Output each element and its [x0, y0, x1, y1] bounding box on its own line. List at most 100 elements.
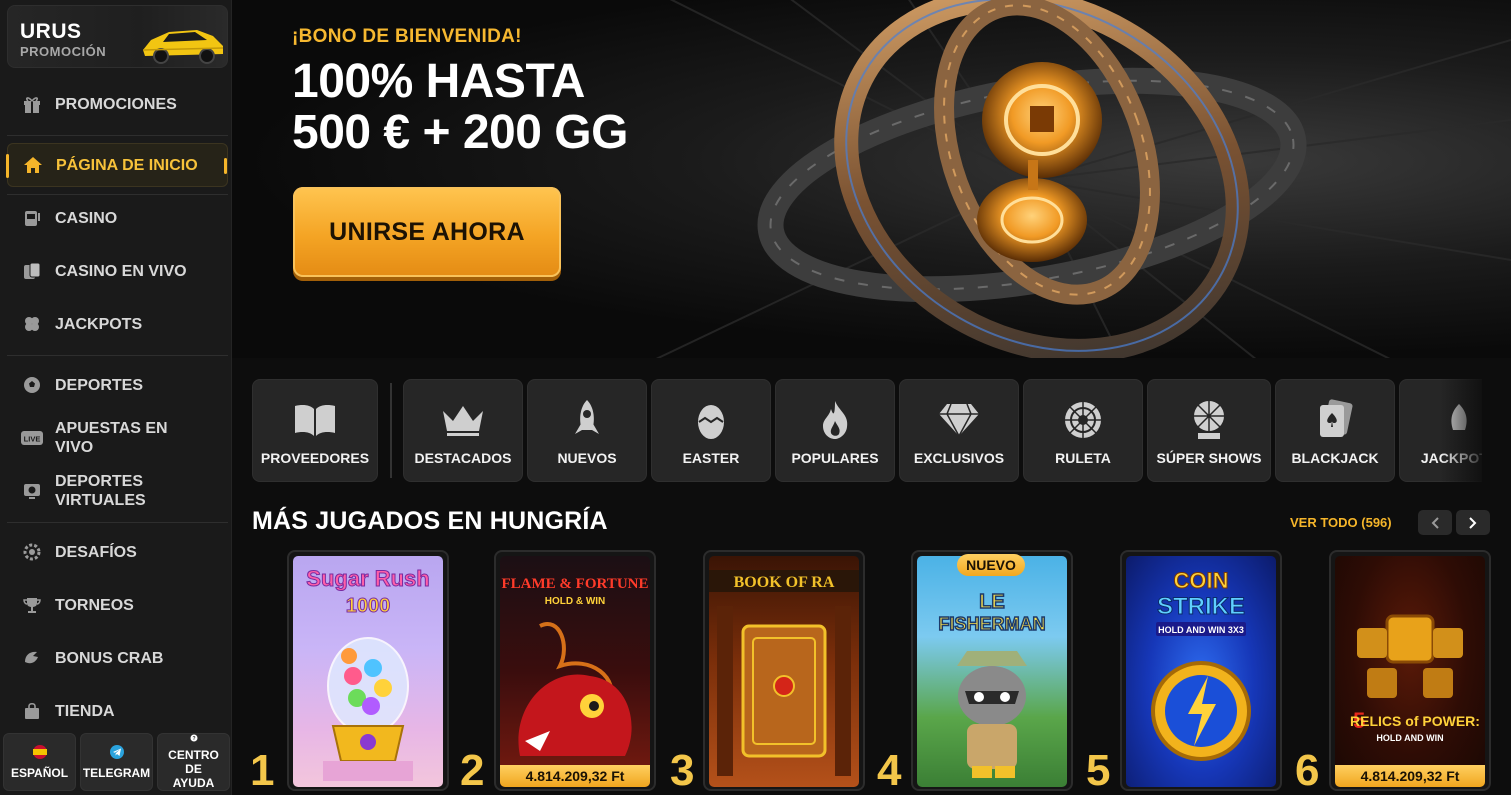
- view-all-link[interactable]: VER TODO (596): [1290, 515, 1392, 530]
- relics-of-power-art: 5 RELICS of POWER: HOLD AND WIN: [1350, 614, 1480, 743]
- hero-tagline: ¡BONO DE BIENVENIDA!: [292, 26, 522, 47]
- live-cards-icon: [21, 260, 43, 282]
- hero-rings-artwork: [757, 0, 1307, 358]
- category-label: BLACKJACK: [1291, 450, 1379, 466]
- sidebar-item-promociones[interactable]: PROMOCIONES: [7, 82, 228, 126]
- join-now-button[interactable]: UNIRSE AHORA: [293, 187, 561, 277]
- sidebar-item-deportes[interactable]: DEPORTES: [7, 363, 228, 407]
- language-button[interactable]: ESPAÑOL: [3, 733, 76, 791]
- game-thumbnail: FLAME & FORTUNE HOLD & WIN: [500, 556, 650, 787]
- category-ruleta[interactable]: RULETA: [1023, 379, 1143, 482]
- game-card-relics-of-power[interactable]: 5 RELICS of POWER: HOLD AND WIN 4.814.20…: [1329, 550, 1491, 791]
- virtual-sports-icon: [21, 480, 43, 502]
- category-strip: PROVEEDORES DESTACADOS NUEVOS EASTER POP…: [252, 379, 1482, 482]
- carousel-prev-button[interactable]: [1418, 510, 1452, 535]
- clover-icon: [21, 313, 43, 335]
- section-title: MÁS JUGADOS EN HUNGRÍA: [252, 507, 608, 535]
- game-thumbnail: 5 RELICS of POWER: HOLD AND WIN: [1335, 556, 1485, 787]
- svg-text:LIVE: LIVE: [24, 435, 41, 444]
- hero-title: 100% HASTA 500 € + 200 GG: [292, 56, 628, 158]
- chevron-right-icon: [1469, 516, 1477, 529]
- svg-text:RELICS of POWER:: RELICS of POWER:: [1350, 713, 1480, 729]
- divider: [7, 522, 228, 523]
- category-exclusivos[interactable]: EXCLUSIVOS: [899, 379, 1019, 482]
- sidebar-item-label: APUESTAS EN VIVO: [55, 420, 168, 456]
- category-blackjack[interactable]: BLACKJACK: [1275, 379, 1395, 482]
- slot-machine-icon: [21, 207, 43, 229]
- carousel-next-button[interactable]: [1456, 510, 1490, 535]
- sidebar-item-desafios[interactable]: DESAFÍOS: [7, 530, 228, 574]
- coin-strike-art: COIN STRIKE HOLD AND WIN 3X3: [1151, 568, 1251, 761]
- sidebar-item-torneos[interactable]: TORNEOS: [7, 583, 228, 627]
- sidebar-item-apuestas-en-vivo[interactable]: LIVE APUESTAS EN VIVO: [7, 416, 228, 460]
- game-rank: 1: [250, 746, 275, 795]
- game-card-le-fisherman[interactable]: LE FISHERMAN NUEVO: [911, 550, 1073, 791]
- telegram-icon: [109, 745, 124, 759]
- shopping-bag-icon: [21, 700, 43, 722]
- svg-text:HOLD AND WIN: HOLD AND WIN: [1376, 733, 1443, 743]
- category-label: EXCLUSIVOS: [913, 450, 1005, 466]
- help-icon: ?: [190, 734, 197, 742]
- category-populares[interactable]: POPULARES: [775, 379, 895, 482]
- svg-text:STRIKE: STRIKE: [1157, 593, 1245, 620]
- telegram-button[interactable]: TELEGRAM: [80, 733, 153, 791]
- sidebar-item-label: PÁGINA DE INICIO: [56, 156, 198, 174]
- sidebar-item-label: TORNEOS: [55, 596, 134, 614]
- sidebar-item-pagina-de-inicio[interactable]: PÁGINA DE INICIO: [6, 143, 228, 187]
- cards-spade-icon: [1313, 398, 1357, 442]
- crown-icon: [441, 398, 485, 442]
- promo-card-urus[interactable]: URUS PROMOCIÓN: [7, 5, 228, 68]
- sidebar-item-tienda[interactable]: TIENDA: [7, 689, 228, 733]
- category-jackpots[interactable]: JACKPOTS: [1399, 379, 1482, 482]
- soccer-ball-icon: [21, 374, 43, 396]
- sidebar: URUS PROMOCIÓN PROMOCIONES PÁGINA DE INI…: [0, 0, 232, 795]
- raccoon-fisherman-art: LE FISHERMAN: [938, 590, 1046, 778]
- sidebar-item-label: DEPORTES VIRTUALES: [55, 473, 146, 509]
- live-badge-icon: LIVE: [21, 427, 43, 449]
- game-rank: 2: [460, 746, 485, 795]
- jackpot-amount: 4.814.209,32 Ft: [500, 765, 650, 787]
- category-label: SÚPER SHOWS: [1156, 450, 1262, 466]
- svg-text:LE: LE: [979, 591, 1005, 613]
- category-destacados[interactable]: DESTACADOS: [403, 379, 523, 482]
- category-label: RULETA: [1055, 450, 1111, 466]
- sidebar-item-bonus-crab[interactable]: BONUS CRAB: [7, 636, 228, 680]
- sidebar-bottom-buttons: ESPAÑOL TELEGRAM ? CENTRO DE AYUDA: [3, 733, 230, 791]
- category-super-shows[interactable]: SÚPER SHOWS: [1147, 379, 1271, 482]
- flame-icon: [813, 398, 857, 442]
- jackpot-amount: 4.814.209,32 Ft: [1335, 765, 1485, 787]
- gift-icon: [21, 93, 43, 115]
- divider: [7, 135, 228, 136]
- sidebar-item-deportes-virtuales[interactable]: DEPORTES VIRTUALES: [7, 469, 228, 513]
- sidebar-item-jackpots[interactable]: JACKPOTS: [7, 302, 228, 346]
- category-label: DESTACADOS: [414, 450, 512, 466]
- category-nuevos[interactable]: NUEVOS: [527, 379, 647, 482]
- svg-text:1000: 1000: [346, 595, 391, 617]
- svg-text:HOLD AND WIN 3X3: HOLD AND WIN 3X3: [1158, 625, 1244, 635]
- spain-flag-icon: [32, 745, 47, 759]
- sidebar-item-label: BONUS CRAB: [55, 649, 164, 667]
- divider: [7, 355, 228, 356]
- game-card-coin-strike[interactable]: COIN STRIKE HOLD AND WIN 3X3: [1120, 550, 1282, 791]
- book-icon: [293, 398, 337, 442]
- crab-claw-icon: [21, 647, 43, 669]
- promo-title: URUS: [20, 20, 82, 43]
- challenge-icon: [21, 541, 43, 563]
- game-card-book-of-ra[interactable]: BOOK OF RA: [703, 550, 865, 791]
- sidebar-item-casino[interactable]: CASINO: [7, 196, 228, 240]
- category-easter[interactable]: EASTER: [651, 379, 771, 482]
- game-thumbnail: Sugar Rush 1000: [293, 556, 443, 787]
- svg-text:HOLD & WIN: HOLD & WIN: [545, 596, 606, 607]
- sidebar-item-casino-en-vivo[interactable]: CASINO EN VIVO: [7, 249, 228, 293]
- svg-text:FISHERMAN: FISHERMAN: [939, 614, 1046, 634]
- game-card-flame-fortune[interactable]: FLAME & FORTUNE HOLD & WIN 4.814.209,32 …: [494, 550, 656, 791]
- category-label: PROVEEDORES: [260, 450, 370, 466]
- easter-egg-icon: [689, 398, 733, 442]
- chevron-left-icon: [1431, 516, 1439, 529]
- telegram-label: TELEGRAM: [82, 766, 151, 780]
- game-card-sugar-rush[interactable]: Sugar Rush 1000: [287, 550, 449, 791]
- svg-text:COIN: COIN: [1174, 568, 1229, 593]
- category-proveedores[interactable]: PROVEEDORES: [252, 379, 378, 482]
- divider: [7, 194, 228, 195]
- help-center-button[interactable]: ? CENTRO DE AYUDA: [157, 733, 230, 791]
